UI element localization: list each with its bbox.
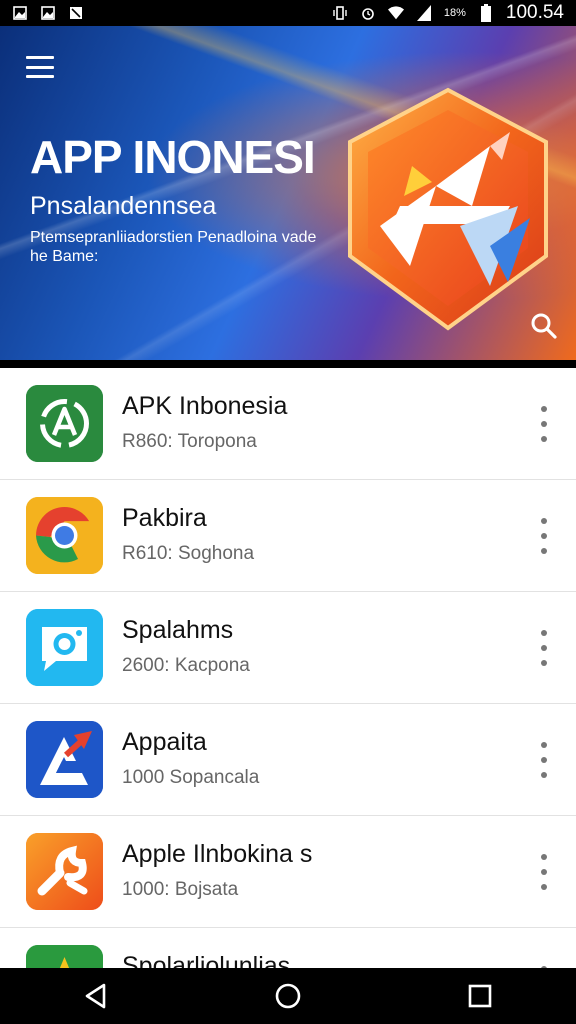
app-meta: 2600: Kacpona <box>122 655 250 676</box>
search-icon[interactable] <box>530 312 558 340</box>
app-name: Spalahms <box>122 616 234 644</box>
status-left <box>12 5 84 21</box>
hamburger-menu-icon[interactable] <box>26 56 54 78</box>
back-triangle-icon[interactable] <box>76 976 116 1016</box>
alarm-icon <box>360 5 376 21</box>
app-name: Spolarliolunlias <box>122 952 291 968</box>
signal-icon <box>416 5 432 21</box>
home-circle-icon[interactable] <box>268 976 308 1016</box>
hero-description: Ptemsepranliiadorstien Penadloina vade h… <box>30 229 317 265</box>
app-meta: 1000 Sopancala <box>122 767 260 788</box>
app-meta: R610: Soghona <box>122 543 255 564</box>
more-options-icon[interactable] <box>534 742 554 778</box>
app-list: APK Inbonesia R860: Toropona Pakbira R61… <box>0 368 576 968</box>
star-shield-logo-icon <box>340 86 556 332</box>
list-item[interactable]: Pakbira R610: Soghona <box>0 480 576 592</box>
status-bar: 18% 100.54 <box>0 0 576 26</box>
hero-banner: APP INONESI Pnsalandennsea Ptemsepranlii… <box>0 26 576 360</box>
status-time: 100.54 <box>505 2 564 23</box>
star-green-icon <box>26 945 103 968</box>
battery-icon <box>478 4 494 22</box>
app-meta: R860: Toropona <box>122 431 257 452</box>
more-options-icon[interactable] <box>534 854 554 890</box>
refresh-a-icon <box>26 385 103 462</box>
app-name: Pakbira <box>122 504 207 532</box>
more-options-icon[interactable] <box>534 630 554 666</box>
image-notification-icon <box>40 5 56 21</box>
app-name: Appaita <box>122 728 207 756</box>
list-item[interactable]: Apple Ilnbokina s 1000: Bojsata <box>0 816 576 928</box>
list-item[interactable]: Spolarliolunlias <box>0 928 576 968</box>
more-options-icon[interactable] <box>534 406 554 442</box>
list-item[interactable]: Spalahms 2600: Kacpona <box>0 592 576 704</box>
app-name: Apple Ilnbokina s <box>122 840 313 868</box>
chrome-icon <box>26 497 103 574</box>
list-item[interactable]: Appaita 1000 Sopancala <box>0 704 576 816</box>
hero-subtitle: Pnsalandennsea <box>30 192 217 220</box>
navigation-bar <box>0 968 576 1024</box>
app-name: APK Inbonesia <box>122 392 288 420</box>
list-item[interactable]: APK Inbonesia R860: Toropona <box>0 368 576 480</box>
a-logo-icon <box>26 721 103 798</box>
hero-title: APP INONESI <box>30 131 316 183</box>
recents-square-icon[interactable] <box>460 976 500 1016</box>
status-right: 18% 100.54 <box>332 2 564 24</box>
vibrate-icon <box>332 5 348 21</box>
image-notification-icon <box>12 5 28 21</box>
camera-chat-icon <box>26 609 103 686</box>
wifi-icon <box>387 5 404 21</box>
wrench-icon <box>26 833 103 910</box>
photo-notification-icon <box>68 5 84 21</box>
battery-percent: 18% <box>443 7 466 19</box>
app-meta: 1000: Bojsata <box>122 879 239 900</box>
more-options-icon[interactable] <box>534 518 554 554</box>
